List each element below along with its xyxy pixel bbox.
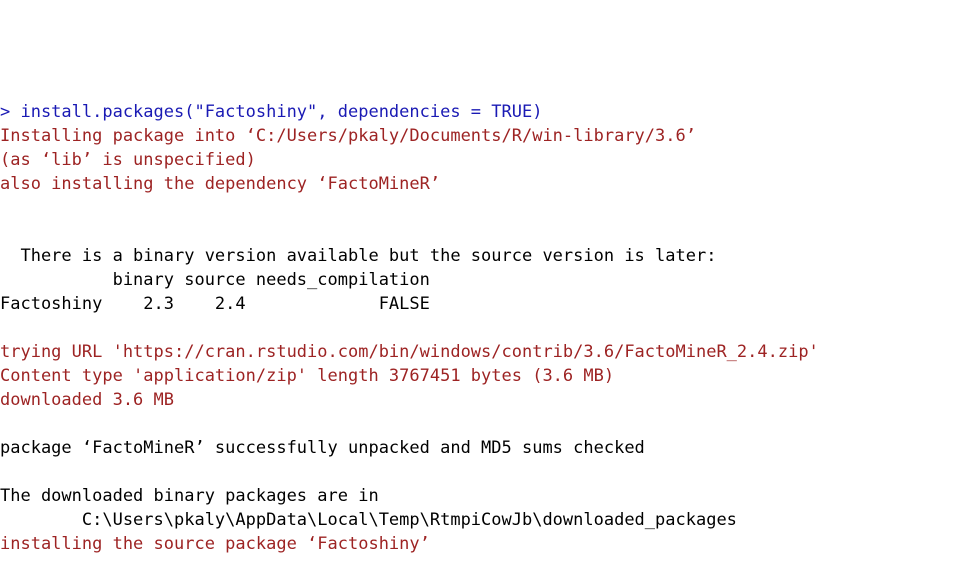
console-message-line: trying URL 'https://cran.rstudio.com/bin… bbox=[0, 342, 819, 362]
console-output-line: package ‘FactoMineR’ successfully unpack… bbox=[0, 438, 645, 458]
console-output-line: Factoshiny 2.3 2.4 FALSE bbox=[0, 294, 430, 314]
console-message-line: downloaded 3.6 MB bbox=[0, 390, 174, 410]
r-console-output-pane[interactable]: > install.packages("Factoshiny", depende… bbox=[0, 0, 964, 571]
console-message-line: (as ‘lib’ is unspecified) bbox=[0, 150, 256, 170]
console-message-line: also installing the dependency ‘FactoMin… bbox=[0, 174, 441, 194]
console-top-padding bbox=[0, 48, 964, 52]
console-line-list: > install.packages("Factoshiny", depende… bbox=[0, 100, 964, 571]
console-command-line: > install.packages("Factoshiny", depende… bbox=[0, 102, 543, 122]
console-output-line: C:\Users\pkaly\AppData\Local\Temp\RtmpiC… bbox=[0, 510, 737, 530]
console-output-line: binary source needs_compilation bbox=[0, 270, 430, 290]
console-message-line: installing the source package ‘Factoshin… bbox=[0, 534, 430, 554]
console-message-line: Installing package into ‘C:/Users/pkaly/… bbox=[0, 126, 696, 146]
console-output-line: There is a binary version available but … bbox=[0, 246, 717, 266]
console-output-line: The downloaded binary packages are in bbox=[0, 486, 379, 506]
console-message-line: Content type 'application/zip' length 37… bbox=[0, 366, 615, 386]
